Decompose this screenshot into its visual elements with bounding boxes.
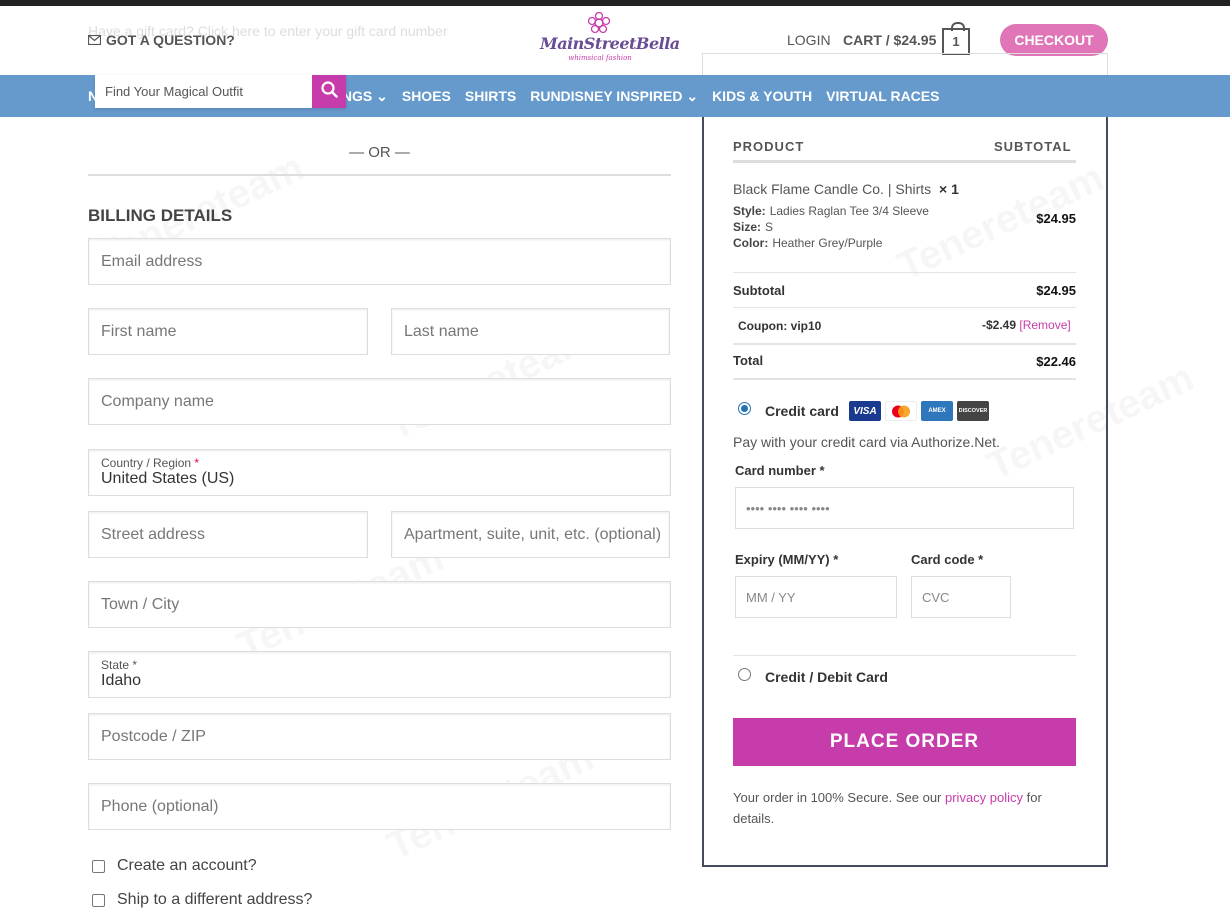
create-account-label: Create an account? (117, 857, 257, 874)
nav-item-shoes[interactable]: SHOES (402, 88, 451, 104)
nav-item-shirts[interactable]: SHIRTS (465, 88, 516, 104)
card-code-field[interactable] (911, 576, 1011, 618)
billing-details-title: BILLING DETAILS (88, 206, 233, 225)
card-number-input[interactable] (736, 488, 1073, 528)
search-icon (320, 80, 338, 103)
postcode-field[interactable] (88, 713, 671, 760)
email-input[interactable] (89, 239, 670, 284)
logo-tagline: whimsical fashion (568, 54, 632, 62)
street-field[interactable] (88, 511, 368, 558)
question-label: GOT A QUESTION? (106, 32, 235, 48)
row-divider (733, 343, 1076, 345)
discover-icon: DISCOVER (957, 401, 989, 421)
credit-card-radio[interactable] (738, 402, 751, 415)
create-account-checkbox[interactable] (92, 859, 105, 873)
coupon-box-edge (702, 53, 1108, 75)
card-code-input[interactable] (912, 577, 1010, 617)
city-input[interactable] (89, 582, 670, 627)
place-order-button[interactable]: PLACE ORDER (733, 718, 1076, 766)
last-name-input[interactable] (392, 309, 669, 354)
envelope-icon (87, 32, 102, 48)
got-a-question-link[interactable]: GOT A QUESTION? (87, 32, 235, 48)
search-button[interactable] (312, 75, 346, 108)
chevron-down-icon: ⌄ (682, 87, 699, 104)
product-style: Style: Ladies Raglan Tee 3/4 Sleeve (733, 204, 929, 218)
col-subtotal-header: SUBTOTAL (994, 139, 1072, 154)
product-size: Size: S (733, 220, 774, 234)
company-field[interactable] (88, 378, 671, 425)
state-label: State * (101, 658, 138, 672)
checkout-button[interactable]: CHECKOUT (1000, 24, 1108, 56)
card-number-field[interactable] (735, 487, 1074, 529)
phone-field[interactable] (88, 783, 671, 830)
debit-card-label: Credit / Debit Card (765, 669, 888, 685)
coupon-label: Coupon: vip10 (738, 319, 822, 333)
search-input[interactable] (95, 75, 312, 108)
expiry-label: Expiry (MM/YY) * (735, 552, 839, 567)
subtotal-label: Subtotal (733, 283, 785, 298)
product-qty: × 1 (939, 181, 959, 197)
email-field[interactable] (88, 238, 671, 285)
flower-logo-icon (587, 11, 611, 39)
ship-different-checkbox[interactable] (92, 893, 105, 907)
total-value: $22.46 (1036, 354, 1076, 369)
card-number-label: Card number * (735, 463, 825, 478)
product-color: Color: Heather Grey/Purple (733, 236, 883, 250)
country-select[interactable]: Country / Region * United States (US) (88, 449, 671, 496)
nav-item-rundisney[interactable]: RUNDISNEY INSPIRED ⌄ (530, 88, 698, 105)
ship-different-option[interactable]: Ship to a different address? (92, 891, 312, 909)
first-name-input[interactable] (89, 309, 367, 354)
card-code-label: Card code * (911, 552, 984, 567)
phone-input[interactable] (89, 784, 670, 829)
row-divider (733, 307, 1076, 308)
credit-card-label: Credit card (765, 403, 839, 419)
nav-items: INGS ⌄ SHOES SHIRTS RUNDISNEY INSPIRED ⌄… (338, 75, 939, 117)
postcode-input[interactable] (89, 714, 670, 759)
site-logo[interactable]: MainStreetBella whimsical fashion (540, 11, 680, 70)
or-divider: — OR — (349, 144, 410, 161)
last-name-field[interactable] (391, 308, 670, 355)
create-account-option[interactable]: Create an account? (92, 857, 257, 875)
debit-card-radio[interactable] (738, 668, 751, 681)
payment-note: Pay with your credit card via Authorize.… (733, 434, 1000, 450)
privacy-policy-link[interactable]: privacy policy (945, 790, 1023, 805)
ship-different-label: Ship to a different address? (117, 891, 313, 908)
nav-item-kids-youth[interactable]: KIDS & YOUTH (712, 88, 812, 104)
search-bar (95, 75, 346, 108)
subtotal-value: $24.95 (1036, 283, 1076, 298)
company-input[interactable] (89, 379, 670, 424)
nav-item-virtual-races[interactable]: VIRTUAL RACES (826, 88, 939, 104)
expiry-input[interactable] (736, 577, 896, 617)
product-name: Black Flame Candle Co. | Shirts × 1 (733, 181, 959, 197)
chevron-down-icon: ⌄ (372, 87, 388, 104)
state-value: Idaho (101, 672, 142, 689)
col-product-header: PRODUCT (733, 139, 805, 154)
visa-icon: VISA (849, 401, 881, 421)
card-brands: VISA AMEX DISCOVER (849, 401, 989, 421)
country-label: Country / Region * (101, 456, 200, 470)
apartment-field[interactable] (391, 511, 670, 558)
mastercard-icon (885, 401, 917, 421)
secure-notice: Your order in 100% Secure. See our priva… (733, 790, 1042, 826)
expiry-field[interactable] (735, 576, 897, 618)
header-divider (733, 160, 1076, 163)
product-price: $24.95 (1036, 211, 1076, 226)
amex-icon: AMEX (921, 401, 953, 421)
cart-link[interactable]: CART / $24.95 (843, 32, 936, 48)
apartment-input[interactable] (392, 512, 669, 557)
divider-line (88, 174, 671, 176)
state-select[interactable]: State * Idaho (88, 651, 671, 698)
country-value: United States (US) (101, 470, 235, 487)
login-link[interactable]: LOGIN (787, 32, 831, 48)
street-input[interactable] (89, 512, 367, 557)
row-divider (733, 655, 1076, 656)
first-name-field[interactable] (88, 308, 368, 355)
total-label: Total (733, 353, 764, 368)
cart-count-badge[interactable]: 1 (942, 22, 970, 55)
row-divider (733, 378, 1076, 380)
row-divider (733, 272, 1076, 273)
city-field[interactable] (88, 581, 671, 628)
remove-coupon-link[interactable]: [Remove] (1019, 318, 1070, 332)
coupon-discount: -$2.49 [Remove] (982, 318, 1071, 332)
